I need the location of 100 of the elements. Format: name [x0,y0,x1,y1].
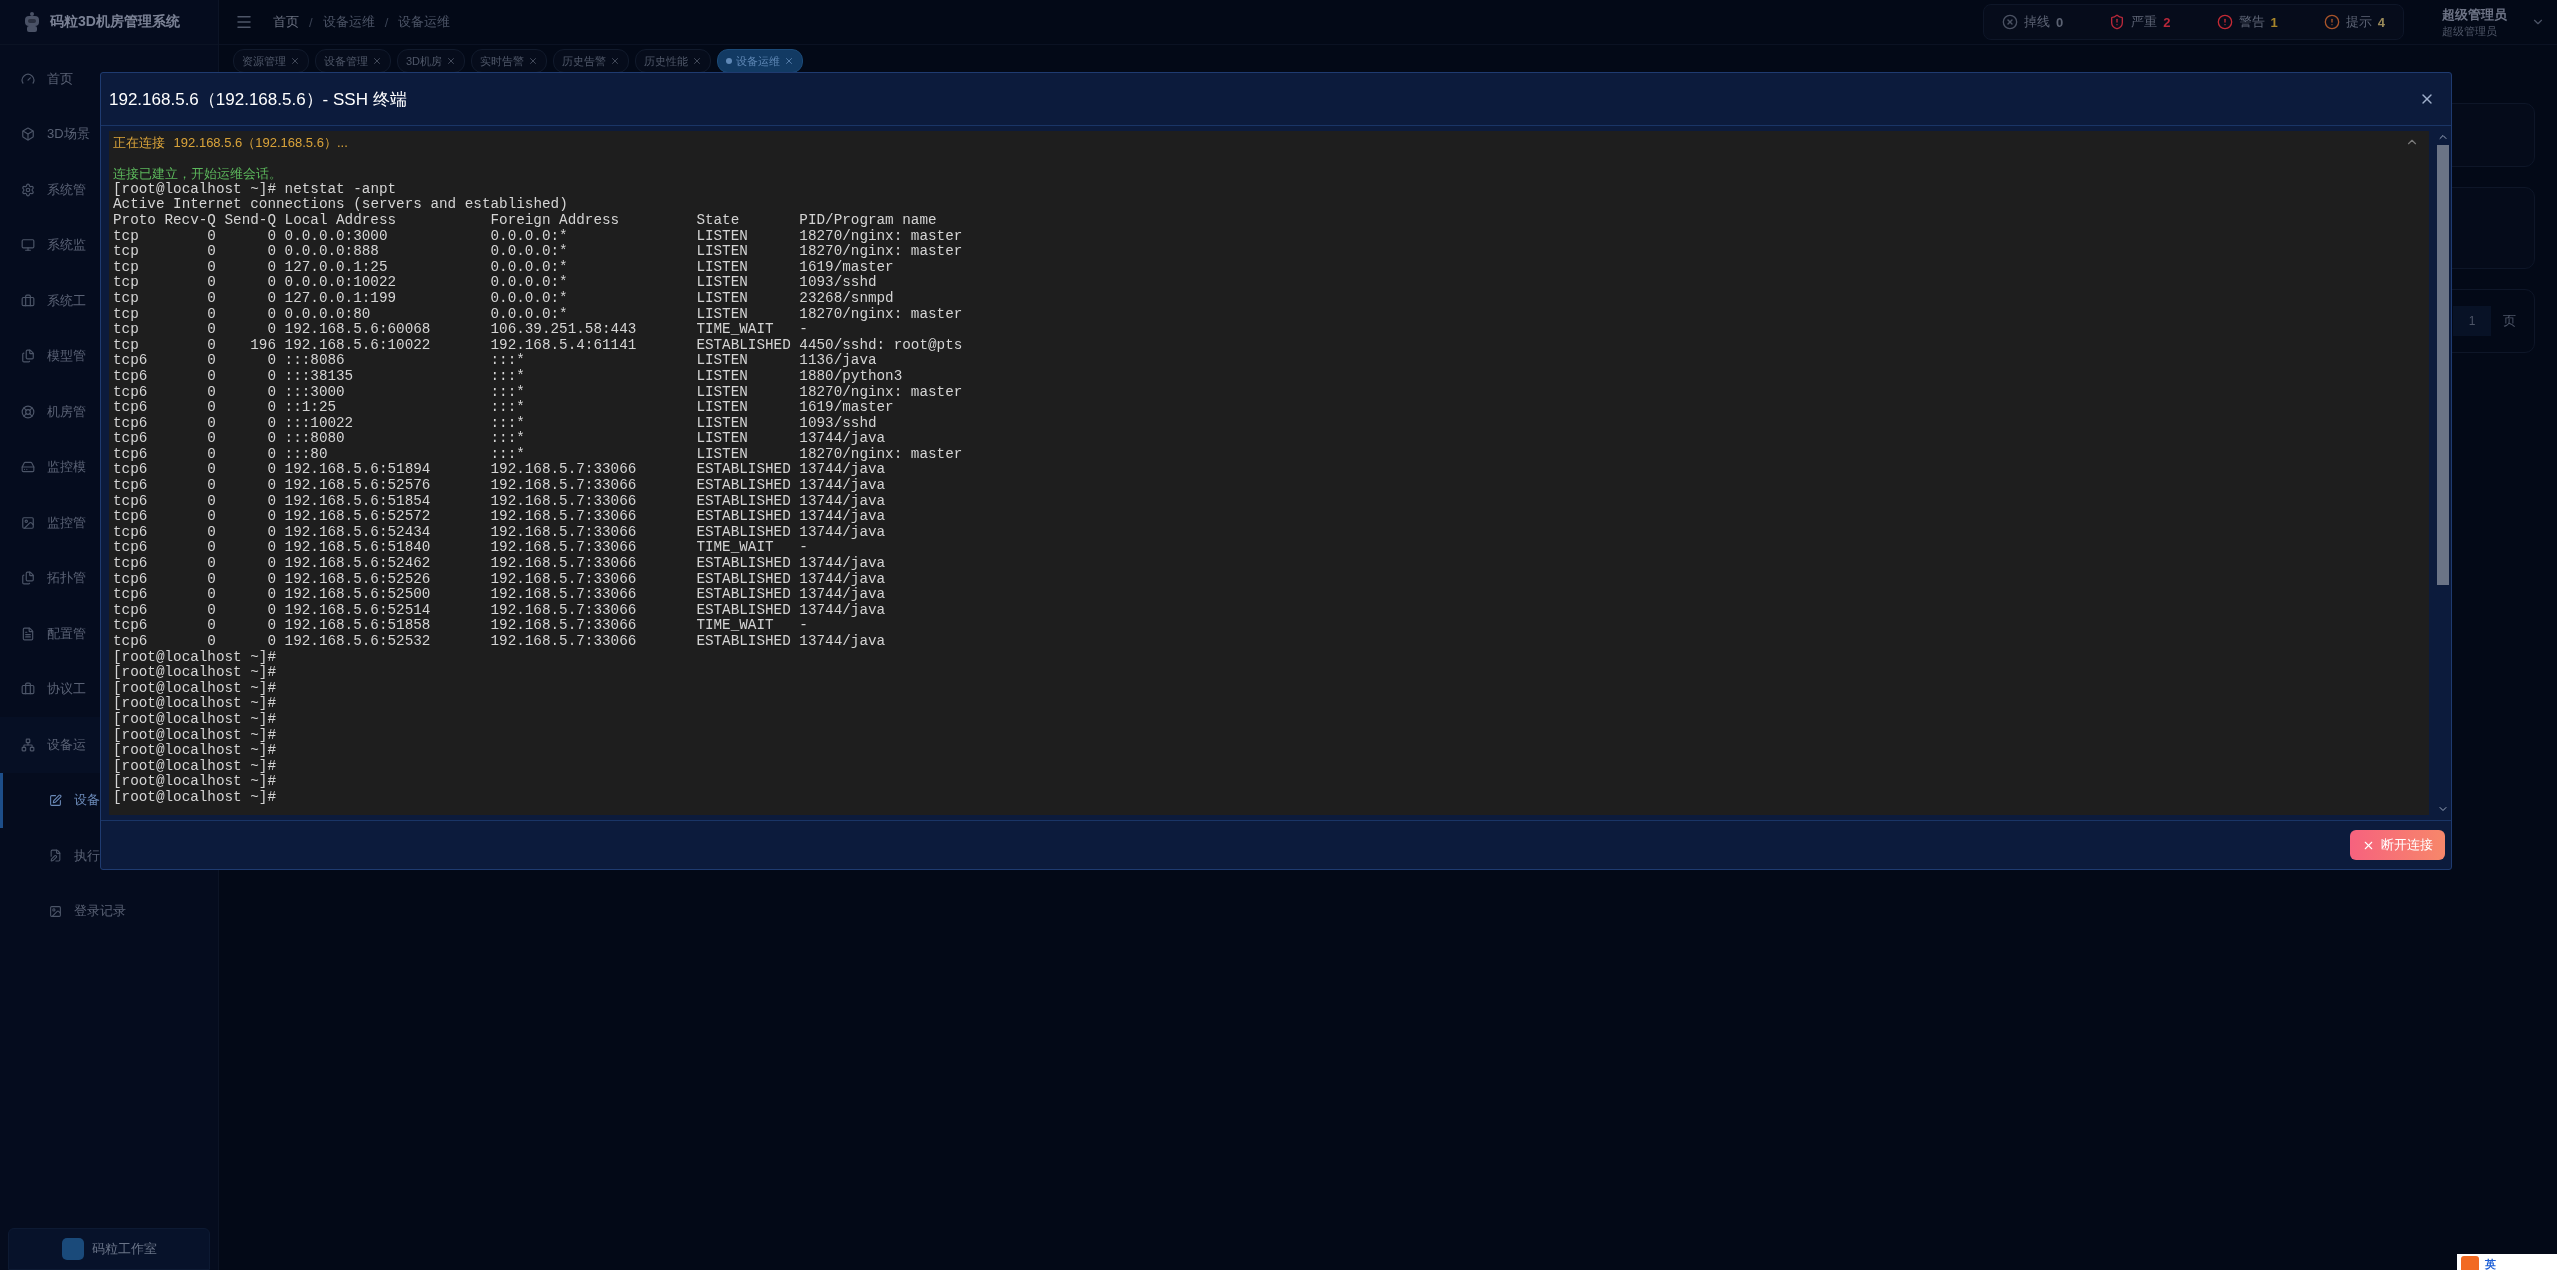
terminal-text: Active Internet connections (servers and established) [113,196,568,213]
terminal-cell-text: 1619/master [799,259,895,275]
terminal-cell-text: :::* [490,368,526,385]
terminal-cell-text: tcp6 [113,415,149,432]
terminal-cell-text: 18270/nginx: master [799,244,964,260]
terminal-cell-text: 18270/nginx: master [799,384,964,400]
terminal-cell-text: tcp6 [113,556,149,572]
terminal-cell-text: 0 [266,634,276,650]
terminal-cell-text: ESTABLISHED [696,524,792,541]
terminal-cell-text: 0 [206,540,216,557]
terminal-cell-text: ESTABLISHED [696,587,792,603]
terminal-cell-text: 0 [266,415,276,432]
terminal-cell-text: 0.0.0.0:80 [283,306,372,323]
terminal-cell-text: 192.168.5.7:33066 [490,509,638,525]
terminal-cell-text: 0 [266,322,276,338]
terminal-cell-text: 0.0.0.0:* [490,306,569,323]
terminal-cell-text: 192.168.5.7:33066 [490,493,638,510]
terminal-cell-text: 0 [266,244,276,260]
terminal-cell-text: 0 [266,478,276,494]
terminal-cell-text: 0 [206,368,216,385]
terminal-cell-text: 0.0.0.0:888 [283,244,380,260]
terminal-cell-text: LISTEN [696,400,749,416]
terminal-cell-text: 127.0.0.1:199 [283,290,398,307]
terminal-cell-text: tcp6 [113,618,149,634]
terminal-cell-text: ::1:25 [283,400,338,416]
terminal-cell-text: tcp6 [113,400,149,416]
terminal-cell-text: 192.168.5.7:33066 [490,556,638,572]
terminal-cell-text: TIME_WAIT [696,618,775,634]
terminal-cell-text: 13744/java [799,571,887,587]
terminal-prompt: [root@localhost ~]# [113,742,276,759]
breadcrumb-item: 设备运维 [322,13,375,31]
terminal-cell-text: 0 [206,571,216,588]
terminal-cell-text: ESTABLISHED [696,493,792,510]
breadcrumb-item: 设备运维 [398,13,451,31]
terminal-cell-text: TIME_WAIT [696,540,775,557]
terminal-cell-text: 18270/nginx: master [799,306,964,323]
terminal-cell-text: 192.168.5.7:33066 [490,478,638,494]
terminal-cell-text: 0 [266,400,276,416]
terminal-cell-text: LISTEN [696,228,749,245]
terminal-cell-text: 0 [266,259,276,276]
terminal-command: [root@localhost ~]# netstat -anpt [113,180,397,197]
terminal-cell-text: tcp6 [113,571,149,588]
terminal-cell-text: 192.168.5.4:61141 [490,337,638,353]
terminal-cell-text: 13744/java [799,509,887,525]
terminal-cell-text: :::38135 [283,368,355,385]
terminal-cell-text: 0 [266,290,276,307]
terminal-cell-text: 0 [266,446,276,463]
terminal-cell-text: LISTEN [696,275,749,291]
terminal-prompt: [root@localhost ~]# [113,788,276,805]
terminal-cell-text: LISTEN [696,290,749,307]
terminal-cell-text: tcp6 [113,509,149,525]
terminal-cell-text: 196 [249,337,276,354]
terminal-cell-text: 0 [266,353,276,369]
terminal-cell-text: tcp6 [113,524,149,541]
terminal-cell-text: 0.0.0.0:* [490,259,569,275]
terminal-cell-text: 0 [206,602,216,619]
terminal-cell-text: 0 [206,478,216,494]
terminal-cell-text: 0 [206,524,216,541]
terminal-cell-text: LISTEN [696,244,749,260]
terminal-cell-text: 192.168.5.6:51854 [283,493,432,510]
terminal-cell-text: 0 [266,384,276,401]
terminal-prompt: [root@localhost ~]# [113,695,276,712]
terminal-cell-text: 0.0.0.0:* [490,244,569,260]
terminal-cell-text: 0 [206,431,216,447]
terminal-cell-text: 192.168.5.6:52462 [283,556,432,572]
terminal-prompt: [root@localhost ~]# [113,679,276,696]
terminal-cell-text: tcp [113,275,140,291]
terminal-cell-text: 192.168.5.7:33066 [490,634,638,650]
terminal-cell-text: 0 [206,306,216,323]
terminal-cell-text: 0 [206,322,216,338]
terminal-cell-text: tcp [113,306,140,323]
terminal-cell-text: 0 [206,244,216,260]
terminal-cell-text: 0 [266,462,276,479]
terminal-cell-text: 0.0.0.0:* [490,275,569,291]
terminal-cell-text: 0 [206,259,216,276]
terminal-cell-text: 192.168.5.7:33066 [490,587,638,603]
terminal-cell-text: 13744/java [799,587,887,603]
terminal-cell-text: 0 [266,431,276,447]
terminal-cell-text: LISTEN [696,368,749,385]
terminal-prompt: [root@localhost ~]# [113,757,276,774]
terminal-cell-text: ESTABLISHED [696,556,792,572]
terminal-column-heading: State [696,212,741,229]
terminal-cell-text: 1880/python3 [799,368,904,385]
page-suffix: 页 [2503,312,2516,330]
terminal-cell-text: 192.168.5.6:52576 [283,478,432,494]
terminal-cell-text: tcp6 [113,540,149,557]
terminal-cell-text: :::* [490,353,526,369]
terminal-cell-text: 13744/java [799,431,887,447]
terminal-cell-text: 192.168.5.6:51840 [283,540,432,557]
terminal-cell-text: 0 [266,228,276,245]
terminal-cell-text: :::10022 [283,415,355,432]
terminal-target: 192.168.5.6（192.168.5.6）... [173,135,348,150]
terminal-cell-text: ESTABLISHED [696,509,792,525]
terminal-cell-text: - [799,322,809,338]
alert-count: 4 [2377,14,2385,30]
terminal-cell-text: tcp [113,244,140,260]
terminal-cell-text: 192.168.5.6:60068 [283,322,432,338]
terminal-cell-text: 192.168.5.6:52526 [283,571,432,588]
terminal-cell-text: 13744/java [799,524,887,541]
terminal-cell-text: - [799,618,809,634]
